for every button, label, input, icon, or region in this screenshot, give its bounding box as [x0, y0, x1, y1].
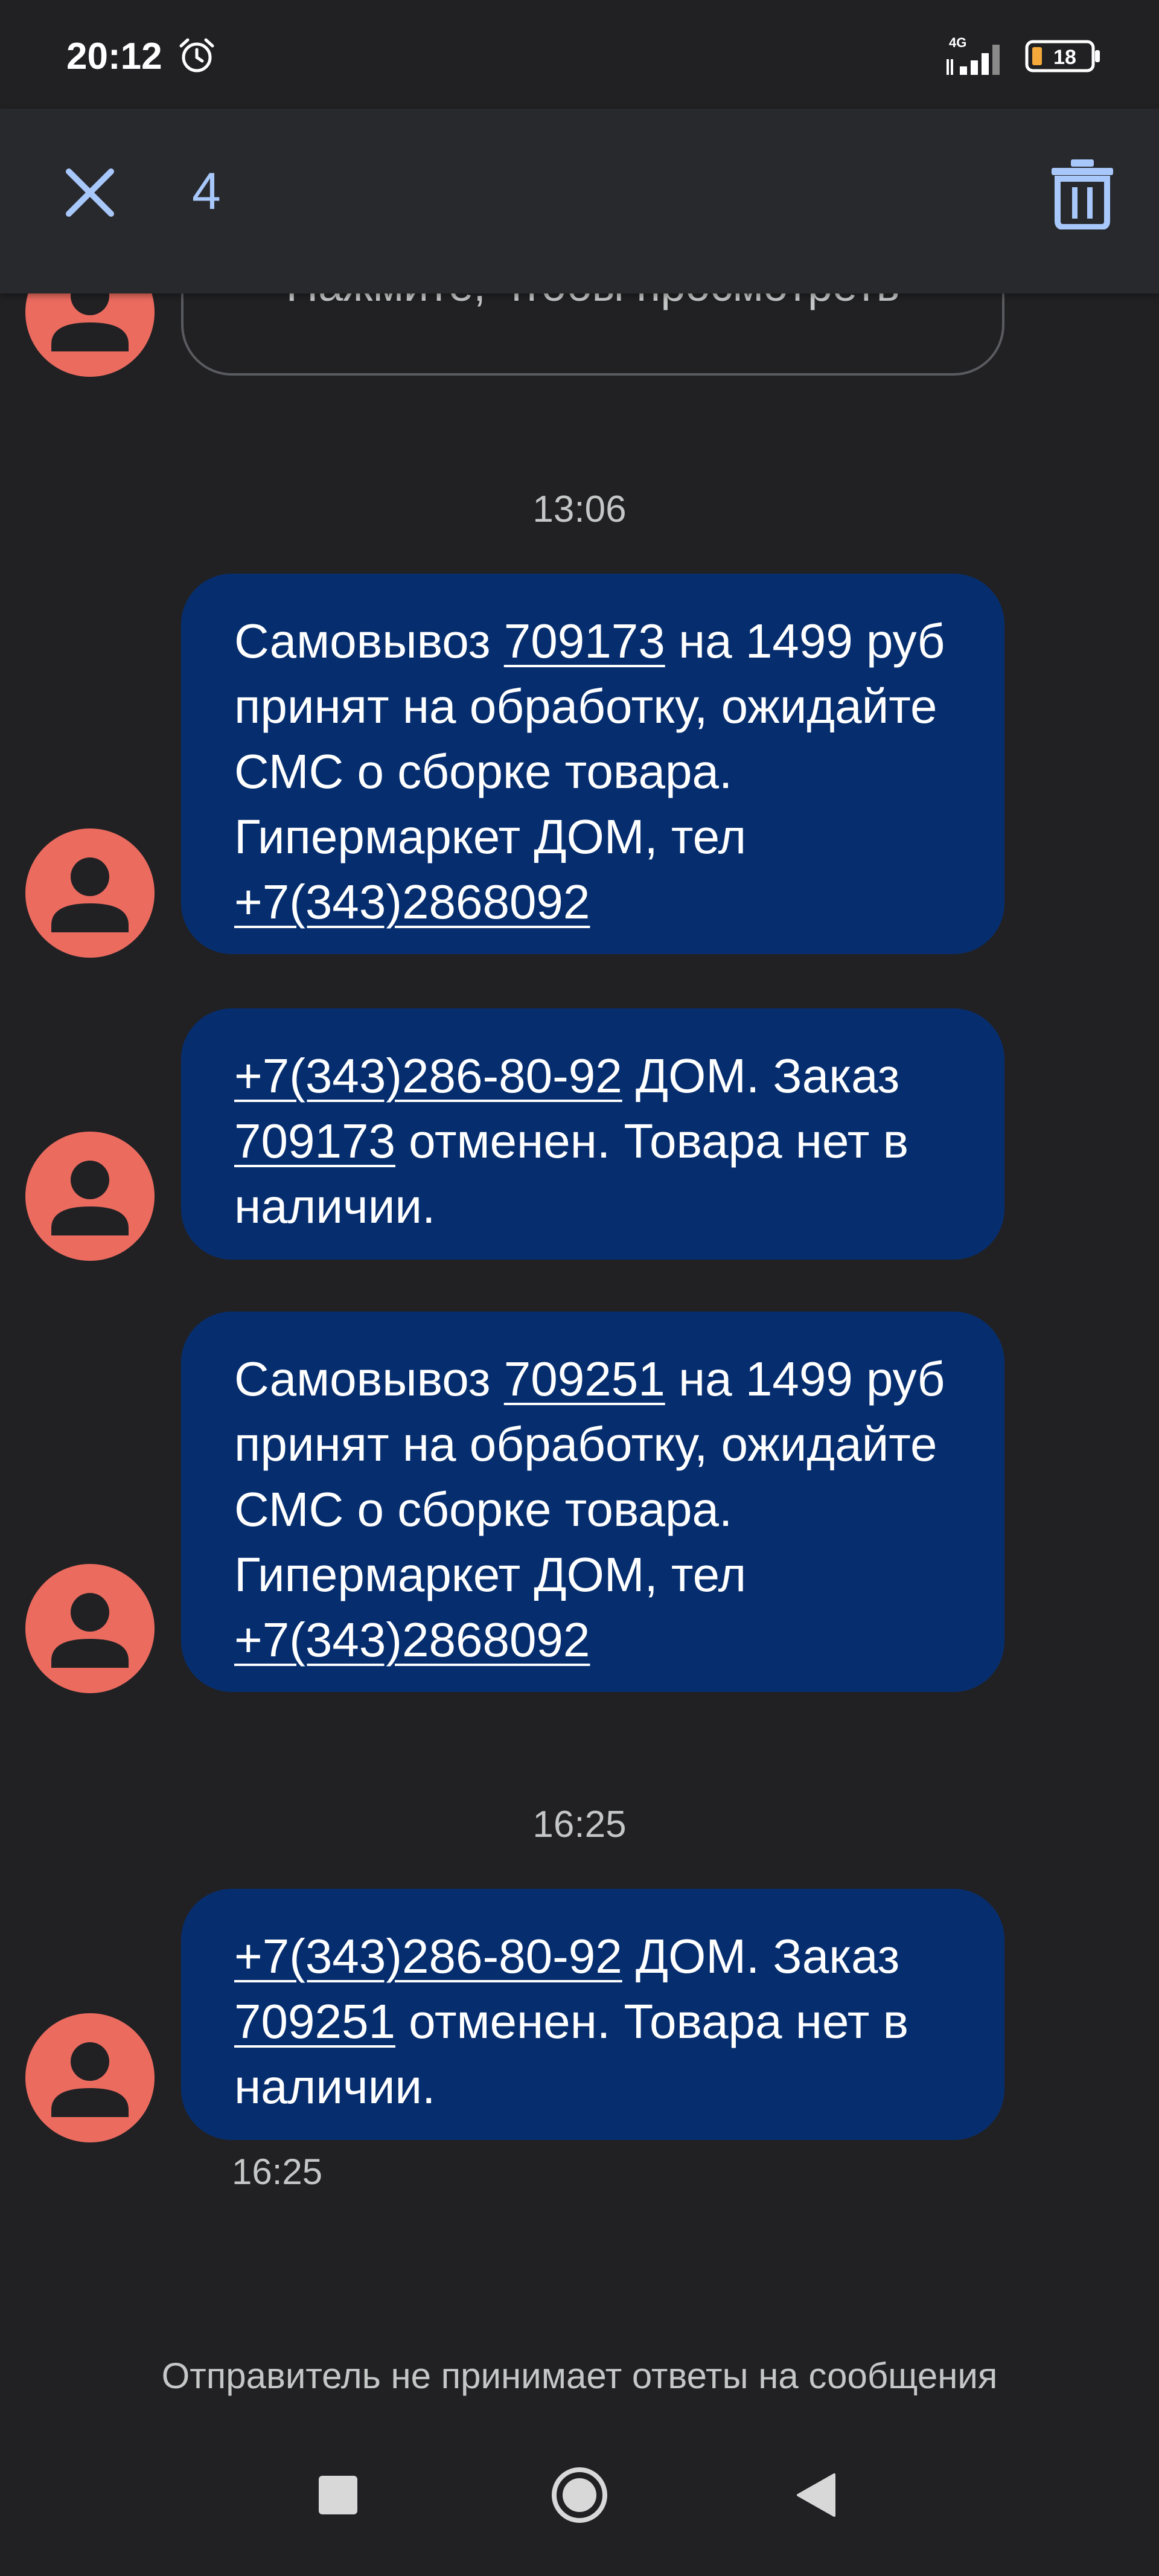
navigation-bar [0, 2446, 1159, 2576]
timestamp-divider: 16:25 [532, 1804, 627, 1845]
order-number-link[interactable]: 709173 [234, 1114, 395, 1168]
battery-icon: 18 [1025, 40, 1100, 72]
message-text: Самовывоз [234, 1352, 504, 1406]
phone-link[interactable]: +7(343)2868092 [234, 1613, 590, 1667]
message-bubble[interactable]: Самовывоз 709251 на 1499 руб принят на о… [181, 1312, 1004, 1692]
message-text: ДОМ. Заказ [622, 1049, 900, 1103]
no-reply-notice: Отправитель не принимает ответы на сообщ… [161, 2356, 998, 2396]
timestamp-divider: 13:06 [532, 489, 627, 530]
signal-icon [947, 45, 1000, 75]
person-icon [51, 857, 129, 932]
alarm-icon [179, 38, 214, 72]
order-number-link[interactable]: 709173 [504, 614, 665, 668]
order-number-link[interactable]: 709251 [234, 1994, 395, 2048]
phone-link[interactable]: +7(343)286-80-92 [234, 1929, 622, 1983]
clock: 20:12 [66, 36, 162, 77]
selected-count: 4 [192, 162, 221, 220]
sender-avatar[interactable] [25, 1564, 155, 1693]
close-icon[interactable] [57, 159, 123, 226]
message-time: 16:25 [232, 2151, 323, 2192]
message-bubble[interactable]: Самовывоз 709173 на 1499 руб принят на о… [181, 574, 1004, 954]
sender-avatar[interactable] [25, 2013, 155, 2142]
recents-button[interactable] [319, 2476, 357, 2514]
sender-avatar[interactable] [25, 828, 155, 958]
battery-level: 18 [1053, 46, 1076, 69]
sender-avatar[interactable] [25, 1132, 155, 1261]
home-button[interactable] [549, 2465, 610, 2525]
person-icon [51, 2042, 129, 2117]
message-bubble[interactable]: +7(343)286-80-92 ДОМ. Заказ 709251 отмен… [181, 1889, 1004, 2140]
status-bar: 20:12 4G 18 [0, 0, 1159, 109]
message-text: Самовывоз [234, 614, 504, 668]
back-button[interactable] [794, 2472, 837, 2518]
selection-app-bar: 4 [0, 109, 1159, 293]
message-text: ДОМ. Заказ [622, 1929, 900, 1983]
order-number-link[interactable]: 709251 [504, 1352, 665, 1406]
phone-link[interactable]: +7(343)286-80-92 [234, 1049, 622, 1103]
person-icon [51, 1593, 129, 1668]
phone-link[interactable]: +7(343)2868092 [234, 875, 590, 929]
trash-icon[interactable] [1048, 157, 1117, 229]
conversation-thread[interactable]: Нажмите, чтобы просмотреть 13:06 Самовыв… [0, 0, 1159, 2576]
message-bubble[interactable]: +7(343)286-80-92 ДОМ. Заказ 709173 отмен… [181, 1008, 1004, 1260]
person-icon [51, 1161, 129, 1235]
